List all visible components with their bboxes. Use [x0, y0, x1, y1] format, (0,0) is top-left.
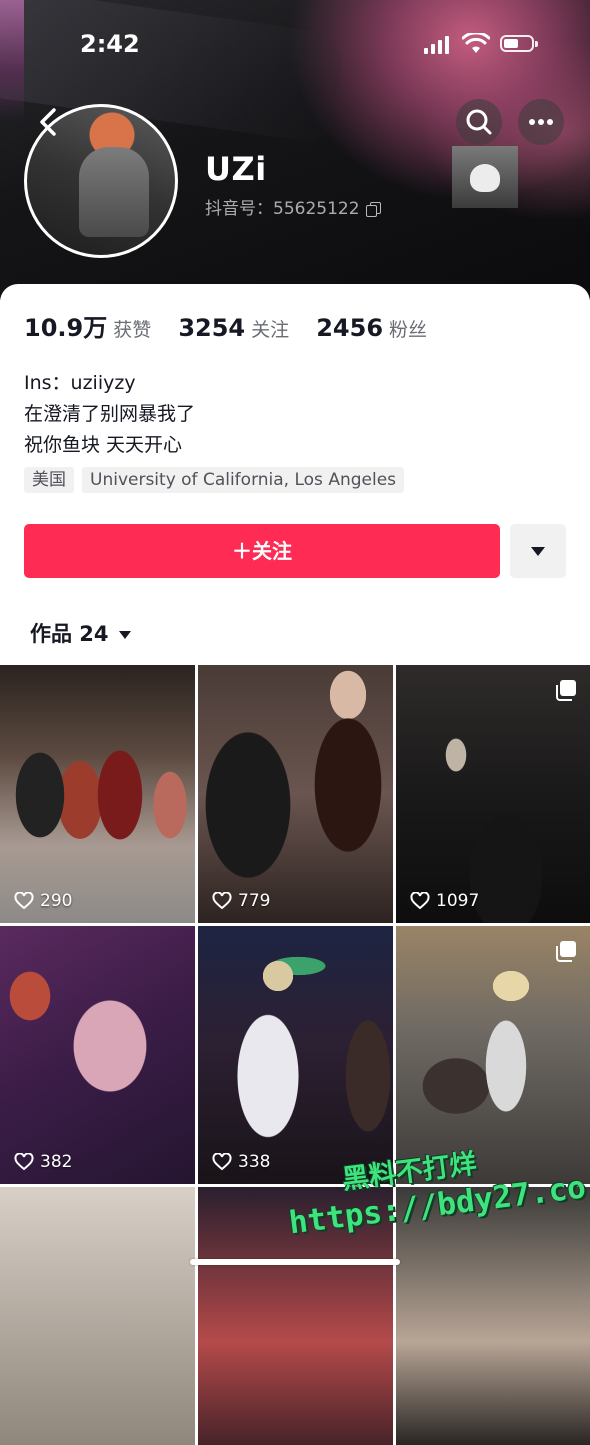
- heart-icon: [14, 891, 34, 910]
- video-likes: 382: [14, 1152, 72, 1172]
- works-tab-label: 作品 24: [30, 622, 109, 646]
- status-time: 2:42: [80, 30, 140, 58]
- stat-likes[interactable]: 10.9万 获赞: [24, 308, 151, 343]
- back-icon[interactable]: [28, 102, 68, 142]
- recommend-dropdown-button[interactable]: [510, 524, 566, 578]
- profile-tags: 美国 University of California, Los Angeles: [24, 467, 412, 493]
- battery-icon: [500, 35, 538, 52]
- signal-icon: [424, 36, 452, 54]
- stat-label: 粉丝: [389, 319, 428, 341]
- more-button[interactable]: [518, 99, 564, 145]
- video-tile[interactable]: 779: [198, 665, 393, 923]
- stat-value: 2456: [316, 314, 384, 342]
- stat-followers[interactable]: 2456 粉丝: [316, 314, 427, 342]
- stat-following[interactable]: 3254 关注: [178, 314, 289, 342]
- bio-line: 祝你鱼块 天天开心: [24, 434, 183, 456]
- wifi-icon: [462, 33, 490, 53]
- video-tile[interactable]: 338: [198, 926, 393, 1184]
- heart-icon: [410, 891, 430, 910]
- profile-douyin-id[interactable]: 抖音号：55625122: [205, 194, 381, 219]
- profile-header: 2:42 UZi 抖音号：55625122: [0, 0, 590, 300]
- video-likes-count: 338: [238, 1152, 271, 1172]
- bio-line: Ins：uziiyzy: [24, 372, 136, 394]
- home-indicator[interactable]: [190, 1259, 400, 1265]
- chevron-down-icon: [531, 547, 545, 556]
- multi-image-icon: [556, 680, 576, 701]
- video-tile[interactable]: 290: [0, 665, 195, 923]
- cat-image: [470, 164, 500, 192]
- heart-icon: [212, 891, 232, 910]
- stat-label: 获赞: [113, 319, 152, 341]
- chevron-down-icon: [118, 631, 131, 639]
- header-thumbnail[interactable]: [452, 146, 518, 208]
- status-bar: 2:42: [0, 0, 590, 88]
- video-tile[interactable]: [396, 1187, 590, 1445]
- video-likes: 779: [212, 891, 270, 911]
- video-likes: 290: [14, 891, 72, 911]
- tag-location[interactable]: 美国: [24, 467, 74, 493]
- video-tile[interactable]: [0, 1187, 195, 1445]
- follow-button[interactable]: ＋关注: [24, 524, 500, 578]
- profile-username: UZi: [205, 150, 267, 188]
- tag-school[interactable]: University of California, Los Angeles: [82, 467, 405, 493]
- video-tile[interactable]: 1097: [396, 665, 590, 923]
- douyin-id-text: 抖音号：55625122: [205, 199, 360, 219]
- profile-bio: Ins：uziiyzy 在澄清了别网暴我了 祝你鱼块 天天开心: [24, 368, 195, 461]
- video-likes-count: 1097: [436, 891, 480, 911]
- profile-stats: 10.9万 获赞 3254 关注 2456 粉丝: [24, 308, 449, 343]
- video-likes-count: 290: [40, 891, 73, 911]
- copy-icon[interactable]: [365, 202, 381, 217]
- search-button[interactable]: [456, 99, 502, 145]
- heart-icon: [212, 1152, 232, 1171]
- video-likes-count: 382: [40, 1152, 73, 1172]
- search-icon: [466, 109, 492, 135]
- heart-icon: [14, 1152, 34, 1171]
- bio-line: 在澄清了别网暴我了: [24, 403, 196, 425]
- video-likes: 338: [212, 1152, 270, 1172]
- video-tile[interactable]: 382: [0, 926, 195, 1184]
- multi-image-icon: [556, 941, 576, 962]
- stat-value: 3254: [178, 314, 246, 342]
- works-tab[interactable]: 作品 24: [30, 618, 131, 648]
- more-icon: [529, 119, 553, 125]
- video-likes-count: 779: [238, 891, 271, 911]
- stat-value: 10.9万: [24, 314, 108, 342]
- video-likes: 1097: [410, 891, 479, 911]
- stat-label: 关注: [251, 319, 290, 341]
